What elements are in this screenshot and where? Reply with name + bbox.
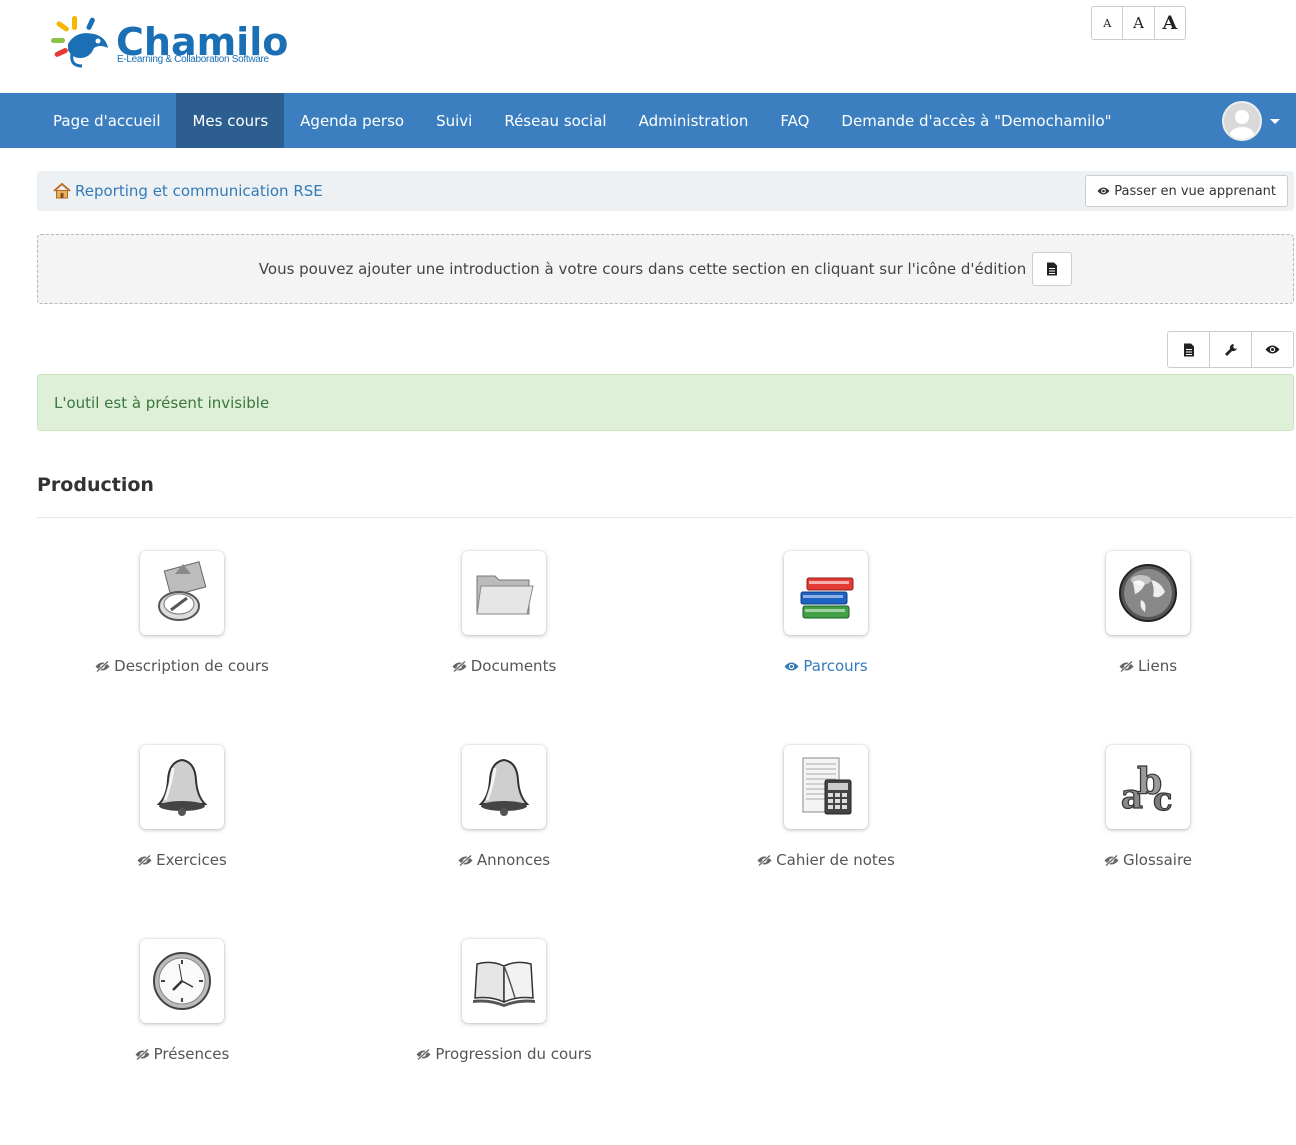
nav-item-administration[interactable]: Administration bbox=[623, 93, 765, 148]
breadcrumb: Reporting et communication RSE Passer en… bbox=[37, 171, 1294, 211]
tool-links[interactable]: Liens bbox=[988, 551, 1296, 701]
student-view-label: Passer en vue apprenant bbox=[1114, 183, 1276, 199]
books-icon bbox=[784, 551, 868, 635]
tool-course-description[interactable]: Description de cours bbox=[22, 551, 342, 701]
eye-slash-icon bbox=[757, 854, 772, 866]
section-divider bbox=[37, 517, 1294, 518]
home-icon bbox=[53, 183, 71, 199]
tool-label-announcements: Annonces bbox=[476, 851, 551, 869]
nav-item-faq[interactable]: FAQ bbox=[764, 93, 825, 148]
tool-exercises[interactable]: Exercices bbox=[22, 745, 342, 895]
nav-item-social-network[interactable]: Réseau social bbox=[488, 93, 622, 148]
abc-icon: a b c bbox=[1106, 745, 1190, 829]
logo-tagline: E-Learning & Collaboration Software bbox=[117, 54, 269, 65]
avatar bbox=[1222, 101, 1262, 141]
tool-gradebook[interactable]: Cahier de notes bbox=[666, 745, 986, 895]
user-menu-toggle[interactable] bbox=[1222, 101, 1282, 141]
tool-documents[interactable]: Documents bbox=[344, 551, 664, 701]
nav-item-my-courses[interactable]: Mes cours bbox=[176, 93, 285, 148]
tool-label-glossary: Glossaire bbox=[1122, 851, 1193, 869]
font-size-selector: A A A bbox=[1091, 6, 1186, 40]
tool-attendances[interactable]: Présences bbox=[22, 939, 342, 1089]
edit-intro-button[interactable] bbox=[1168, 332, 1210, 367]
main-navbar: Page d'accueil Mes cours Agenda perso Su… bbox=[0, 93, 1296, 148]
tool-course-progress[interactable]: Progression du cours bbox=[344, 939, 664, 1089]
visibility-toggle-button[interactable] bbox=[1252, 332, 1293, 367]
eye-slash-icon bbox=[416, 1048, 431, 1060]
svg-text:c: c bbox=[1153, 780, 1172, 818]
folder-icon bbox=[462, 551, 546, 635]
breadcrumb-course-link[interactable]: Reporting et communication RSE bbox=[53, 171, 323, 211]
chameleon-logo-icon bbox=[51, 16, 108, 68]
bell-icon bbox=[462, 745, 546, 829]
tool-glossary[interactable]: a b c Glossaire bbox=[988, 745, 1296, 895]
tool-label-attendances: Présences bbox=[153, 1045, 230, 1063]
intro-edit-button[interactable] bbox=[1032, 252, 1073, 286]
eye-slash-icon bbox=[135, 1048, 150, 1060]
font-size-small-button[interactable]: A bbox=[1092, 7, 1124, 39]
globe-icon bbox=[1106, 551, 1190, 635]
header: Chamilo E-Learning & Collaboration Softw… bbox=[0, 0, 1296, 92]
alert-message: L'outil est à présent invisible bbox=[54, 393, 270, 412]
tool-label-links: Liens bbox=[1137, 657, 1178, 675]
student-view-button[interactable]: Passer en vue apprenant bbox=[1085, 175, 1288, 207]
eye-icon bbox=[1097, 187, 1110, 195]
tool-label-learning-path: Parcours bbox=[803, 657, 868, 675]
user-silhouette-icon bbox=[1228, 110, 1256, 139]
eye-slash-icon bbox=[1119, 660, 1134, 672]
eye-slash-icon bbox=[1104, 854, 1119, 866]
section-title: Production bbox=[37, 474, 154, 496]
course-intro-box: Vous pouvez ajouter une introduction à v… bbox=[37, 234, 1294, 304]
bell-icon bbox=[140, 745, 224, 829]
file-icon bbox=[1183, 343, 1194, 356]
settings-button[interactable] bbox=[1210, 332, 1252, 367]
tool-label-gradebook: Cahier de notes bbox=[776, 851, 895, 869]
font-size-medium-button[interactable]: A bbox=[1123, 7, 1155, 39]
eye-slash-icon bbox=[458, 854, 473, 866]
clock-icon bbox=[140, 939, 224, 1023]
chevron-down-icon bbox=[1270, 118, 1280, 124]
chamilo-logo[interactable]: Chamilo E-Learning & Collaboration Softw… bbox=[50, 14, 300, 74]
tool-label-documents: Documents bbox=[470, 657, 557, 675]
wrench-icon bbox=[1224, 343, 1237, 356]
nav-item-agenda[interactable]: Agenda perso bbox=[284, 93, 420, 148]
tool-label-course-progress: Progression du cours bbox=[435, 1045, 592, 1063]
tool-label-course-description: Description de cours bbox=[114, 657, 269, 675]
eye-slash-icon bbox=[137, 854, 152, 866]
course-toolbar bbox=[1167, 331, 1294, 368]
course-intro-text: Vous pouvez ajouter une introduction à v… bbox=[258, 260, 1027, 278]
file-icon bbox=[1047, 262, 1058, 276]
tool-learning-path[interactable]: Parcours bbox=[666, 551, 986, 701]
success-alert: L'outil est à présent invisible bbox=[37, 374, 1294, 431]
nav-menu: Page d'accueil Mes cours Agenda perso Su… bbox=[37, 93, 1128, 148]
nav-item-access-request[interactable]: Demande d'accès à "Demochamilo" bbox=[825, 93, 1127, 148]
tool-label-exercises: Exercices bbox=[156, 851, 227, 869]
nav-item-reporting[interactable]: Suivi bbox=[420, 93, 488, 148]
course-description-icon bbox=[140, 551, 224, 635]
tool-announcements[interactable]: Annonces bbox=[344, 745, 664, 895]
eye-icon bbox=[1265, 345, 1280, 354]
eye-slash-icon bbox=[452, 660, 467, 672]
breadcrumb-course-label: Reporting et communication RSE bbox=[75, 182, 323, 200]
calculator-icon bbox=[784, 745, 868, 829]
nav-item-home[interactable]: Page d'accueil bbox=[37, 93, 176, 148]
eye-slash-icon bbox=[95, 660, 110, 672]
eye-icon bbox=[784, 662, 799, 670]
book-icon bbox=[462, 939, 546, 1023]
font-size-large-button[interactable]: A bbox=[1155, 7, 1185, 39]
